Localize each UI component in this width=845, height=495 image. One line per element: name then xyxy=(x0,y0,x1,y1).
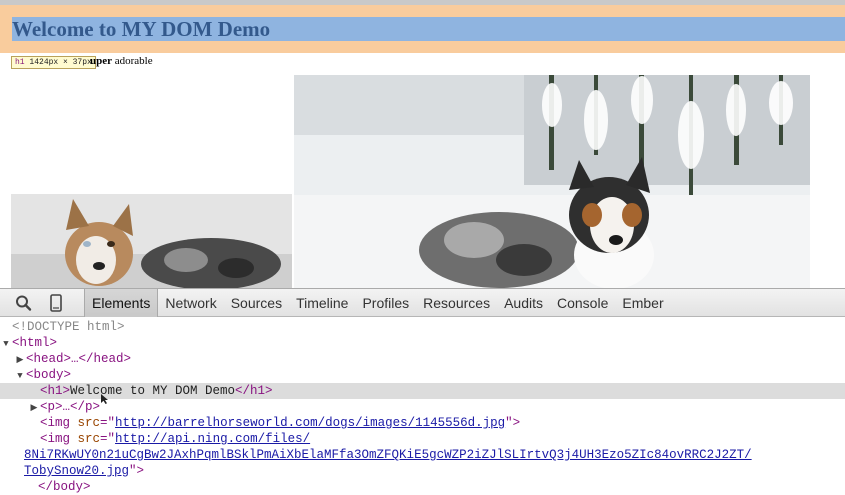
search-icon[interactable] xyxy=(14,294,34,312)
mouse-cursor-icon xyxy=(101,391,109,404)
collapse-triangle-icon[interactable]: ▶ xyxy=(14,352,26,368)
tab-ember[interactable]: Ember xyxy=(615,289,670,317)
tab-timeline[interactable]: Timeline xyxy=(289,289,355,317)
dog-image-small xyxy=(11,194,292,288)
dom-node-html[interactable]: ▼ <html> xyxy=(0,335,845,351)
devtools-tabs: Elements Network Sources Timeline Profil… xyxy=(84,289,671,317)
dom-node-img-2[interactable]: <img src="http://api.ning.com/files/ xyxy=(0,431,845,447)
devtools-panel: Elements Network Sources Timeline Profil… xyxy=(0,288,845,494)
expand-triangle-icon[interactable]: ▼ xyxy=(14,368,26,384)
dom-tree: <!DOCTYPE html> ▼ <html> ▶ <head>…</head> … xyxy=(0,318,845,494)
tab-elements[interactable]: Elements xyxy=(84,289,159,317)
inspect-tooltip: h1 1424px × 37px xyxy=(11,56,96,69)
dom-node-p[interactable]: ▶ <p>…</p> xyxy=(0,399,845,415)
img2-src-link[interactable]: http://api.ning.com/files/ xyxy=(115,432,310,446)
img1-src-link[interactable]: http://barrelhorseworld.com/dogs/images/… xyxy=(115,416,505,430)
page-heading: Welcome to MY DOM Demo xyxy=(12,17,845,41)
dom-node-head[interactable]: ▶ <head>…</head> xyxy=(0,351,845,367)
dom-node-h1-selected[interactable]: <h1>Welcome to MY DOM Demo</h1> xyxy=(0,383,845,399)
dom-node-img-1[interactable]: <img src="http://barrelhorseworld.com/do… xyxy=(0,415,845,431)
devtools-toolbar: Elements Network Sources Timeline Profil… xyxy=(0,288,845,317)
dom-node-body-close[interactable]: </body> xyxy=(0,479,845,495)
device-mode-icon[interactable] xyxy=(46,294,66,312)
dom-node-img-2-cont[interactable]: 8Ni7RKwUY0n21uCgBw2JAxhPqmlBSklPmAiXbEla… xyxy=(0,447,845,463)
tab-resources[interactable]: Resources xyxy=(416,289,497,317)
tab-profiles[interactable]: Profiles xyxy=(355,289,416,317)
rendered-page: Welcome to MY DOM Demo h1 1424px × 37px … xyxy=(0,0,845,288)
tab-console[interactable]: Console xyxy=(550,289,615,317)
dom-node-doctype[interactable]: <!DOCTYPE html> xyxy=(0,319,845,335)
tab-network[interactable]: Network xyxy=(158,289,223,317)
collapse-triangle-icon[interactable]: ▶ xyxy=(28,400,40,416)
dom-node-body[interactable]: ▼ <body> xyxy=(0,367,845,383)
dog-image-large xyxy=(294,75,810,288)
tab-audits[interactable]: Audits xyxy=(497,289,550,317)
page-paragraph: uper adorable xyxy=(90,55,153,67)
expand-triangle-icon[interactable]: ▼ xyxy=(0,336,12,352)
dom-node-img-2-end[interactable]: TobySnow20.jpg"> xyxy=(0,463,845,479)
tab-sources[interactable]: Sources xyxy=(224,289,289,317)
